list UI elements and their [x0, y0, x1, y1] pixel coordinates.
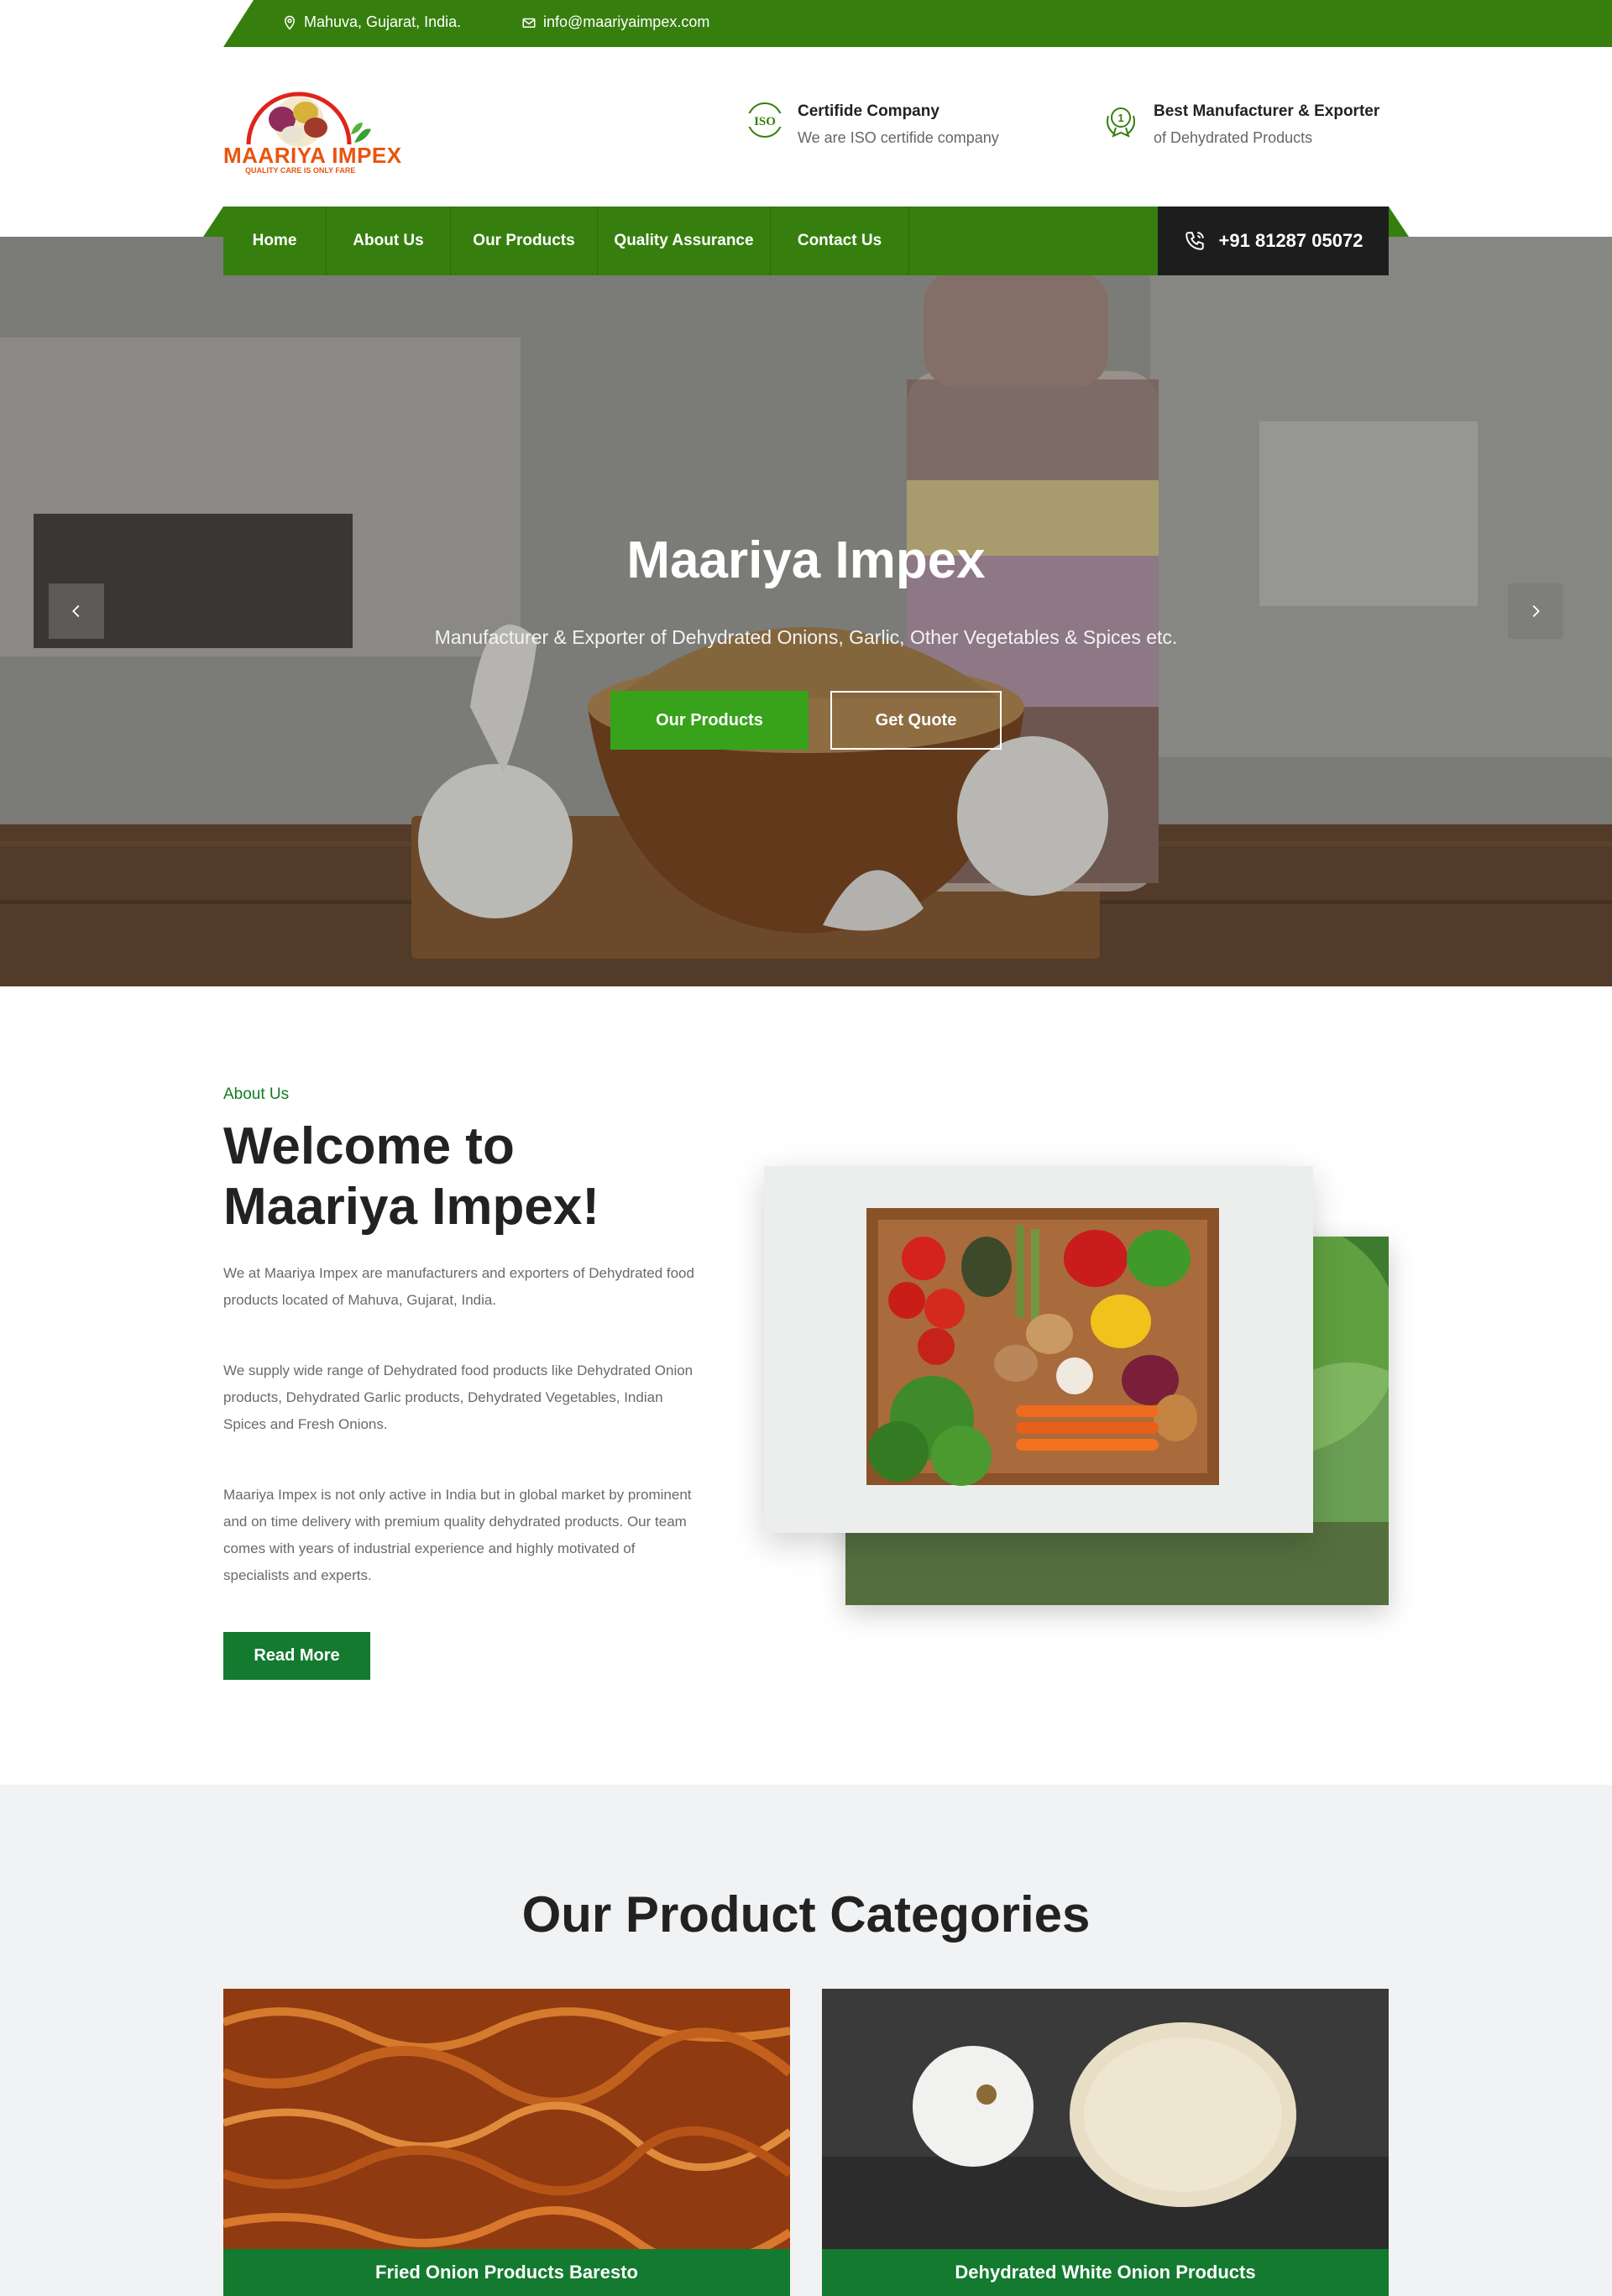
brand-tagline: QUALITY CARE IS ONLY FARE — [245, 166, 356, 175]
nav-item-our-products[interactable]: Our Products — [451, 207, 598, 275]
phone-contact[interactable]: +91 81287 05072 — [1158, 207, 1389, 275]
read-more-button[interactable]: Read More — [223, 1632, 370, 1680]
chevron-left-icon — [72, 604, 80, 618]
header-feature-title: Best Manufacturer & Exporter — [1154, 102, 1380, 120]
categories-heading: Our Product Categories — [521, 1886, 1091, 1943]
nav-item-quality-assurance[interactable]: Quality Assurance — [598, 207, 771, 275]
phone-icon — [1185, 232, 1204, 250]
phone-number[interactable]: +91 81287 05072 — [1219, 230, 1363, 252]
svg-text:1: 1 — [1117, 112, 1123, 124]
header-feature-subtitle: We are ISO certifide company — [798, 129, 999, 146]
header-feature-subtitle: of Dehydrated Products — [1154, 129, 1313, 146]
iso-icon: ISO — [746, 102, 783, 138]
nav-wing-left — [203, 207, 223, 237]
logo[interactable]: MAARIYA IMPEX QUALITY CARE IS ONLY FARE — [222, 76, 401, 180]
about-section-tag: About Us — [223, 1085, 290, 1103]
nav-item-contact-us[interactable]: Contact Us — [771, 207, 909, 275]
location-info: Mahuva, Gujarat, India. — [282, 13, 461, 31]
nav-item-about-us[interactable]: About Us — [327, 207, 451, 275]
about-paragraph: Maariya Impex is not only active in Indi… — [223, 1487, 692, 1583]
award-icon: 1 — [1107, 107, 1135, 138]
get-quote-button[interactable]: Get Quote — [830, 691, 1002, 750]
svg-text:ISO: ISO — [754, 115, 776, 128]
page: Mahuva, Gujarat, India. info@maariyaimpe… — [0, 0, 1612, 2296]
category-label[interactable]: Fried Onion Products Baresto — [223, 2249, 790, 2296]
hero-slider: Maariya Impex Manufacturer & Exporter of… — [0, 237, 1612, 986]
main-nav: Home About Us Our Products Quality Assur… — [223, 207, 1158, 275]
slider-next-button[interactable] — [1508, 583, 1563, 639]
slider-prev-button[interactable] — [49, 583, 104, 639]
hero-subtitle: Manufacturer & Exporter of Dehydrated On… — [434, 626, 1178, 648]
about-paragraph: We at Maariya Impex are manufacturers an… — [223, 1265, 694, 1308]
nav-item-home[interactable]: Home — [223, 207, 327, 275]
about-title: Welcome to Maariya Impex! — [223, 1117, 599, 1236]
category-card-fried-onion[interactable]: Fried Onion Products Baresto — [223, 1989, 790, 2296]
location-text: Mahuva, Gujarat, India. — [304, 13, 462, 30]
category-card-white-onion[interactable]: Dehydrated White Onion Products — [822, 1989, 1389, 2296]
brand-name: MAARIYA IMPEX — [223, 143, 402, 168]
header-feature-award: 1 Best Manufacturer & Exporter of Dehydr… — [1100, 99, 1379, 147]
top-bar-slant — [223, 0, 254, 47]
chevron-right-icon — [1532, 604, 1540, 618]
header-feature-certified: ISO Certifide Company We are ISO certifi… — [744, 99, 999, 147]
hero-title: Maariya Impex — [626, 531, 986, 589]
header-feature-title: Certifide Company — [798, 102, 939, 120]
email-info[interactable]: info@maariyaimpex.com — [521, 13, 709, 31]
about-paragraph: We supply wide range of Dehydrated food … — [223, 1362, 693, 1432]
hero-overlay — [0, 237, 1612, 986]
email-text[interactable]: info@maariyaimpex.com — [543, 13, 709, 31]
category-label[interactable]: Dehydrated White Onion Products — [822, 2249, 1389, 2296]
nav-wing-right — [1389, 207, 1409, 237]
map-pin-icon — [284, 15, 296, 30]
our-products-button[interactable]: Our Products — [610, 691, 809, 750]
mail-icon — [522, 18, 536, 28]
about-image-vegetables — [764, 1166, 1313, 1533]
